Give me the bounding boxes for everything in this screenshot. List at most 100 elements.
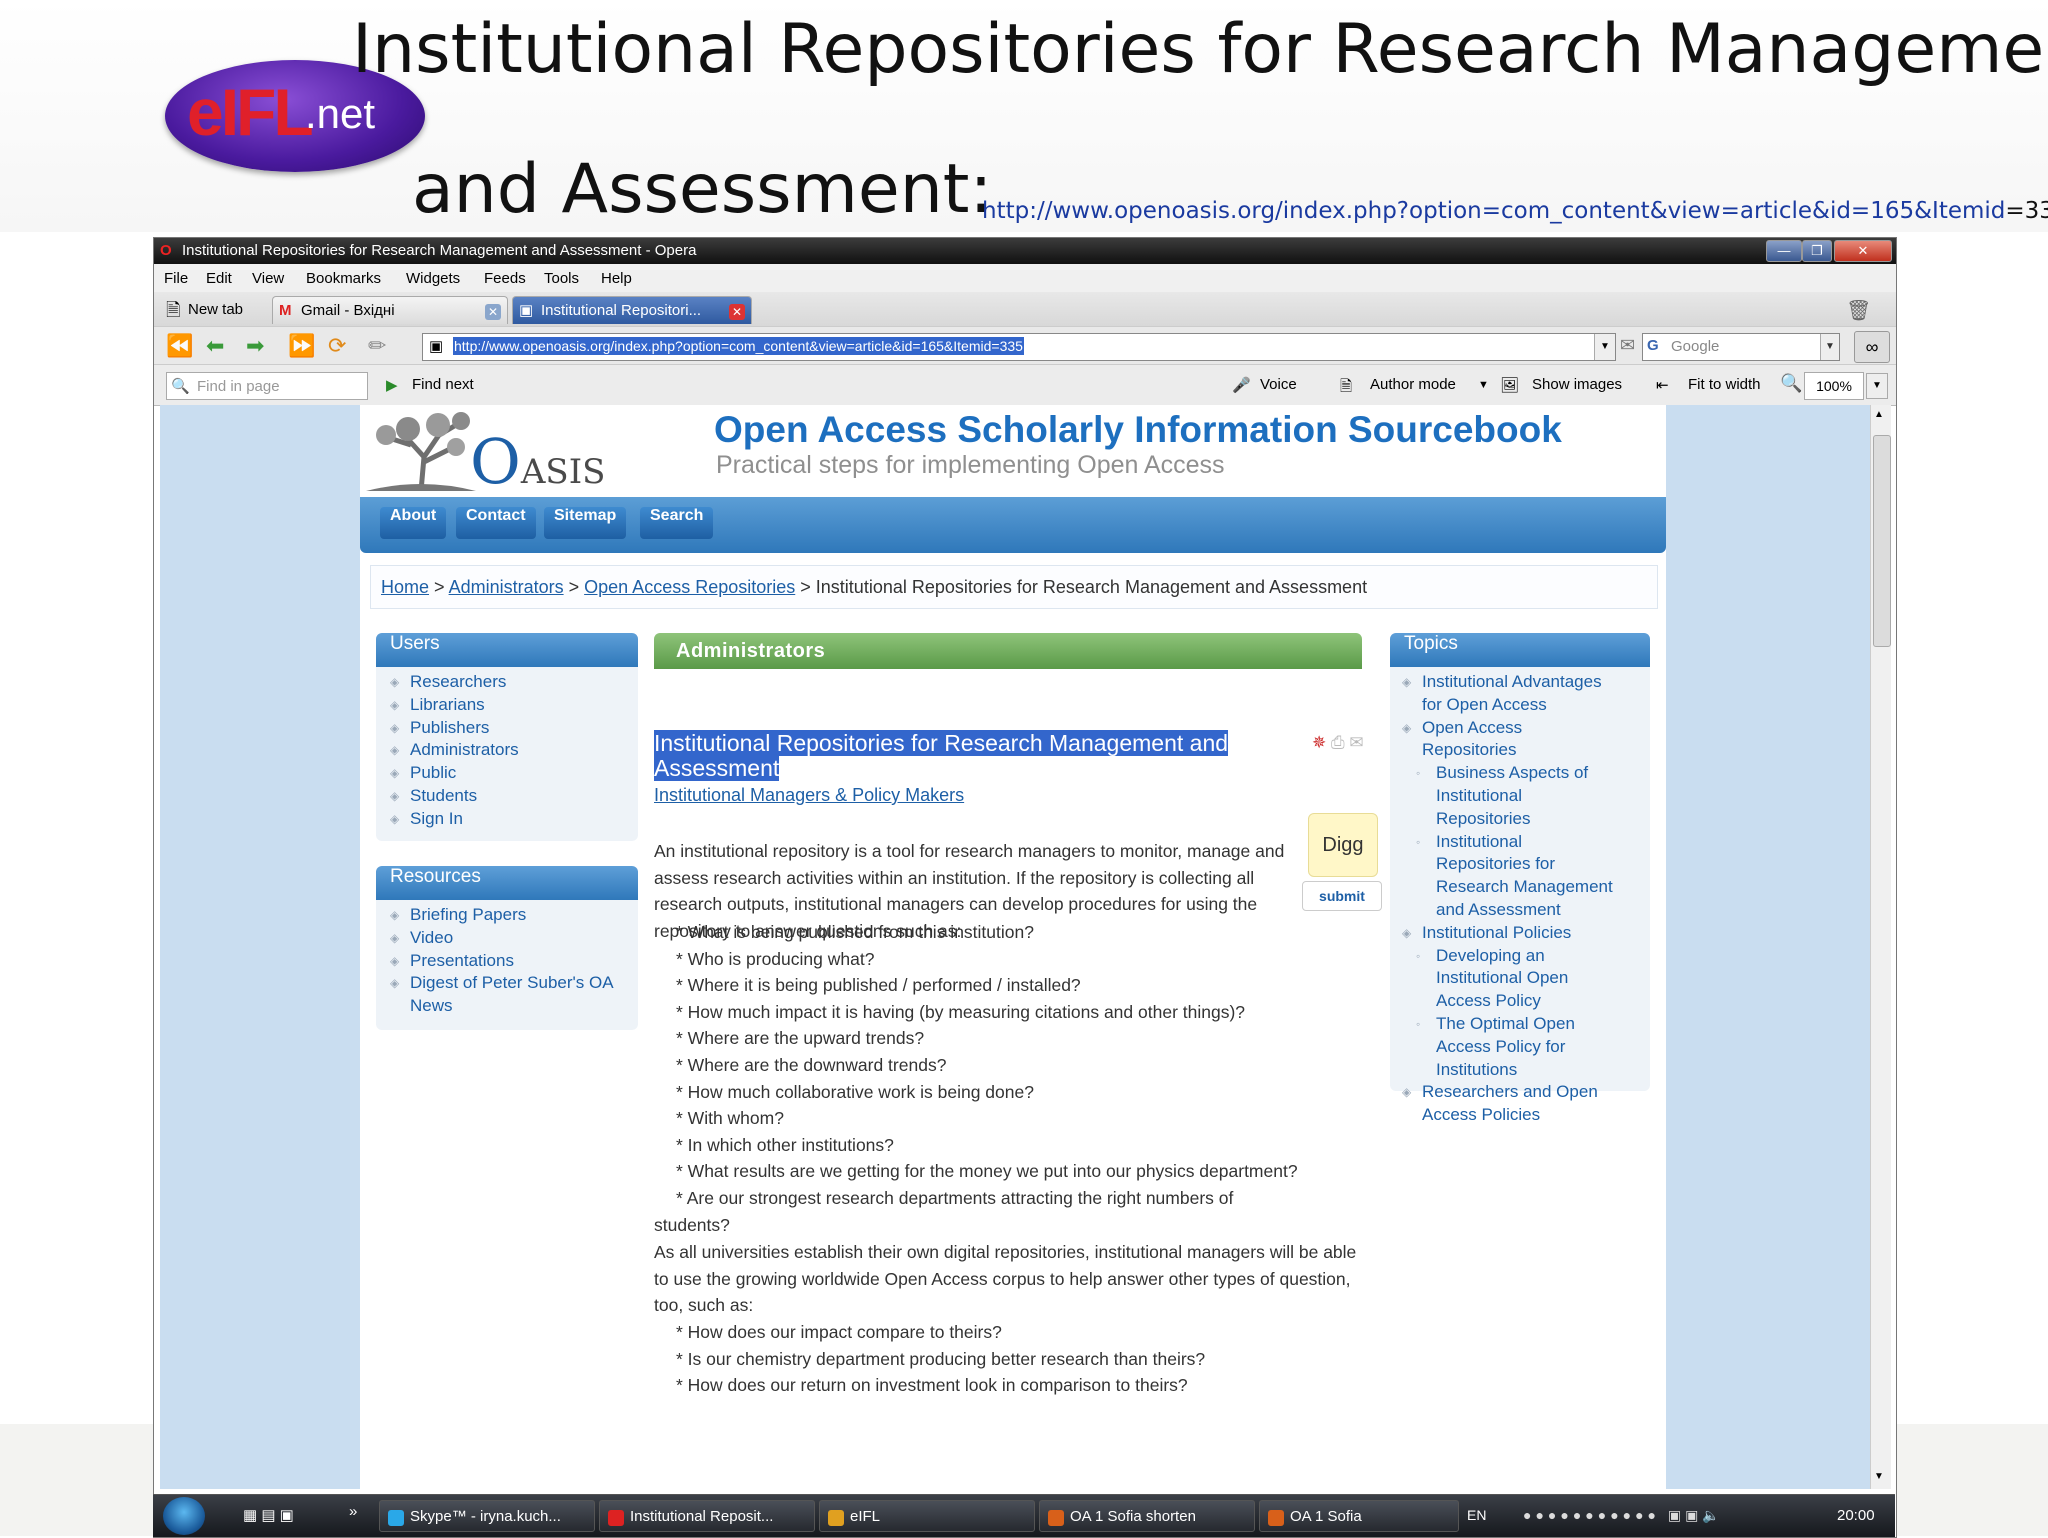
rewind-icon[interactable]: ⏪ [166, 335, 193, 357]
topics-item-optimal-policy[interactable]: The Optimal Open Access Policy for Insti… [1402, 1013, 1586, 1081]
pdf-icon[interactable]: ✵ [1312, 733, 1326, 752]
topics-item-researchers-policies[interactable]: Researchers and Open Access Policies [1402, 1081, 1618, 1127]
slide-url[interactable]: http://www.openoasis.org/index.php?optio… [982, 198, 2048, 224]
vertical-scrollbar[interactable]: ▲ ▼ [1870, 405, 1891, 1489]
author-mode-button[interactable]: Author mode [1370, 376, 1456, 393]
image-icon: 🖼 [1500, 377, 1520, 394]
menu-edit[interactable]: Edit [206, 270, 232, 287]
zoom-select[interactable]: 100% [1804, 372, 1864, 400]
find-toolbar: 🔍 Find in page ▶ Find next 🎤 Voice 🗎 Aut… [154, 364, 1896, 406]
breadcrumb-current: Institutional Repositories for Research … [815, 577, 1368, 597]
show-images-button[interactable]: Show images [1532, 376, 1622, 393]
topics-item-research-management[interactable]: Institutional Repositories for Research … [1402, 831, 1616, 922]
clock[interactable]: 20:00 [1837, 1507, 1875, 1524]
chevron-down-icon[interactable]: ▼ [1478, 379, 1489, 391]
scroll-up-icon[interactable]: ▲ [1874, 409, 1884, 420]
digg-submit-button[interactable]: submit [1302, 881, 1382, 911]
print-icon[interactable]: ⎙ [1331, 733, 1345, 752]
topics-item-institutional-advantages[interactable]: Institutional Advantages for Open Access [1402, 671, 1618, 717]
email-icon[interactable]: ✉ [1349, 733, 1363, 752]
page-icon: 🗎 [166, 300, 181, 320]
users-item-administrators[interactable]: Administrators [390, 739, 638, 762]
taskbar-item-oa-shorten[interactable]: OA 1 Sofia shorten [1039, 1500, 1255, 1532]
topics-item-institutional-policies[interactable]: Institutional Policies [1402, 922, 1618, 945]
nav-about[interactable]: About [380, 507, 447, 539]
microphone-icon: 🎤 [1232, 377, 1251, 394]
taskbar-item-oa-sofia[interactable]: OA 1 Sofia [1259, 1500, 1459, 1532]
users-item-sign-in[interactable]: Sign In [390, 808, 638, 831]
scroll-down-icon[interactable]: ▼ [1874, 1471, 1884, 1482]
mail-icon[interactable]: ✉ [1620, 335, 1635, 356]
minimize-button[interactable]: — [1766, 240, 1802, 262]
menu-widgets[interactable]: Widgets [406, 270, 460, 287]
quick-launch-icons[interactable]: ▦ ▤ ▣ [243, 1506, 294, 1524]
menu-bookmarks[interactable]: Bookmarks [306, 270, 381, 287]
back-icon[interactable]: ⬅ [206, 335, 224, 357]
nav-sitemap[interactable]: Sitemap [544, 507, 627, 539]
close-tab-icon[interactable]: ✕ [729, 304, 745, 320]
users-item-librarians[interactable]: Librarians [390, 694, 638, 717]
language-indicator[interactable]: EN [1467, 1507, 1486, 1523]
trash-icon[interactable]: 🗑 [1846, 298, 1871, 323]
fit-to-width-button[interactable]: Fit to width [1688, 376, 1761, 393]
scrollbar-thumb[interactable] [1873, 435, 1891, 647]
find-in-page-input[interactable]: 🔍 Find in page [166, 372, 368, 400]
article-tools: ✵ ⎙ ✉ [1312, 733, 1364, 753]
nav-contact[interactable]: Contact [456, 507, 536, 539]
nav-search[interactable]: Search [640, 507, 714, 539]
topics-item-oa-repositories[interactable]: Open Access Repositories [1402, 717, 1618, 763]
address-input[interactable]: http://www.openoasis.org/index.php?optio… [453, 337, 1024, 355]
restore-icon[interactable]: ❐ [1802, 240, 1832, 262]
find-next-icon[interactable]: ▶ [386, 376, 398, 394]
forward-icon[interactable]: ➡ [246, 335, 264, 357]
menu-help[interactable]: Help [601, 270, 632, 287]
address-bar[interactable]: ▣ http://www.openoasis.org/index.php?opt… [422, 333, 1616, 361]
users-item-students[interactable]: Students [390, 785, 638, 808]
digg-badge[interactable]: Digg [1308, 813, 1378, 877]
search-dropdown-icon[interactable]: ▼ [1820, 334, 1839, 360]
users-item-publishers[interactable]: Publishers [390, 717, 638, 740]
menu-tools[interactable]: Tools [544, 270, 579, 287]
menu-file[interactable]: File [164, 270, 188, 287]
topics-item-business-aspects[interactable]: Business Aspects of Institutional Reposi… [1402, 762, 1616, 830]
zoom-dropdown-icon[interactable]: ▼ [1866, 373, 1888, 399]
breadcrumb-home[interactable]: Home [381, 577, 429, 597]
article-byline[interactable]: Institutional Managers & Policy Makers [654, 785, 964, 806]
taskbar-item-skype[interactable]: Skype™ - iryna.kuch... [379, 1500, 595, 1532]
breadcrumb-repositories[interactable]: Open Access Repositories [584, 577, 795, 597]
reload-icon[interactable]: ⟳ [328, 335, 346, 357]
tab-gmail[interactable]: M Gmail - Вхідні ✕ [272, 296, 508, 324]
address-dropdown-icon[interactable]: ▼ [1594, 334, 1615, 360]
fast-forward-icon[interactable]: ⏩ [288, 335, 315, 357]
resources-item-briefing-papers[interactable]: Briefing Papers [390, 904, 638, 927]
start-button[interactable] [163, 1497, 205, 1535]
close-tab-icon[interactable]: ✕ [485, 304, 501, 320]
menu-view[interactable]: View [252, 270, 284, 287]
new-tab-button[interactable]: 🗎 New tab [160, 296, 268, 324]
users-item-public[interactable]: Public [390, 762, 638, 785]
voice-button[interactable]: Voice [1260, 376, 1297, 393]
system-tray-icons[interactable]: ●●●●●●●●●●● ▣▣🔈 [1523, 1507, 1724, 1524]
site-subtitle: Practical steps for implementing Open Ac… [716, 451, 1225, 479]
users-panel: Users Researchers Librarians Publishers … [376, 633, 638, 841]
menu-feeds[interactable]: Feeds [484, 270, 526, 287]
slide-title-line1: Institutional Repositories for Research … [352, 10, 2048, 89]
search-field[interactable]: G Google ▼ [1642, 333, 1840, 361]
article-title-text: Institutional Repositories for Research … [654, 730, 1229, 781]
close-window-button[interactable]: ✕ [1834, 240, 1892, 262]
resources-item-digest[interactable]: Digest of Peter Suber's OA News [390, 972, 630, 1018]
edit-icon[interactable]: ✏ [368, 335, 386, 357]
tab-institutional[interactable]: ▣ Institutional Repositori... ✕ [512, 296, 752, 324]
users-item-researchers[interactable]: Researchers [390, 671, 638, 694]
resources-item-presentations[interactable]: Presentations [390, 950, 638, 973]
binoculars-icon[interactable]: ∞ [1854, 331, 1890, 363]
list-item: * Is our chemistry department producing … [676, 1348, 1206, 1369]
taskbar-item-opera[interactable]: Institutional Reposit... [599, 1500, 815, 1532]
taskbar-item-eifl[interactable]: eIFL [819, 1500, 1035, 1532]
slide-url-link[interactable]: http://www.openoasis.org/index.php?optio… [982, 198, 2005, 224]
chevron-right-icon[interactable]: » [349, 1503, 357, 1520]
resources-item-video[interactable]: Video [390, 927, 638, 950]
find-next-button[interactable]: Find next [412, 376, 474, 393]
breadcrumb-administrators[interactable]: Administrators [449, 577, 564, 597]
topics-item-developing-policy[interactable]: Developing an Institutional Open Access … [1402, 945, 1586, 1013]
